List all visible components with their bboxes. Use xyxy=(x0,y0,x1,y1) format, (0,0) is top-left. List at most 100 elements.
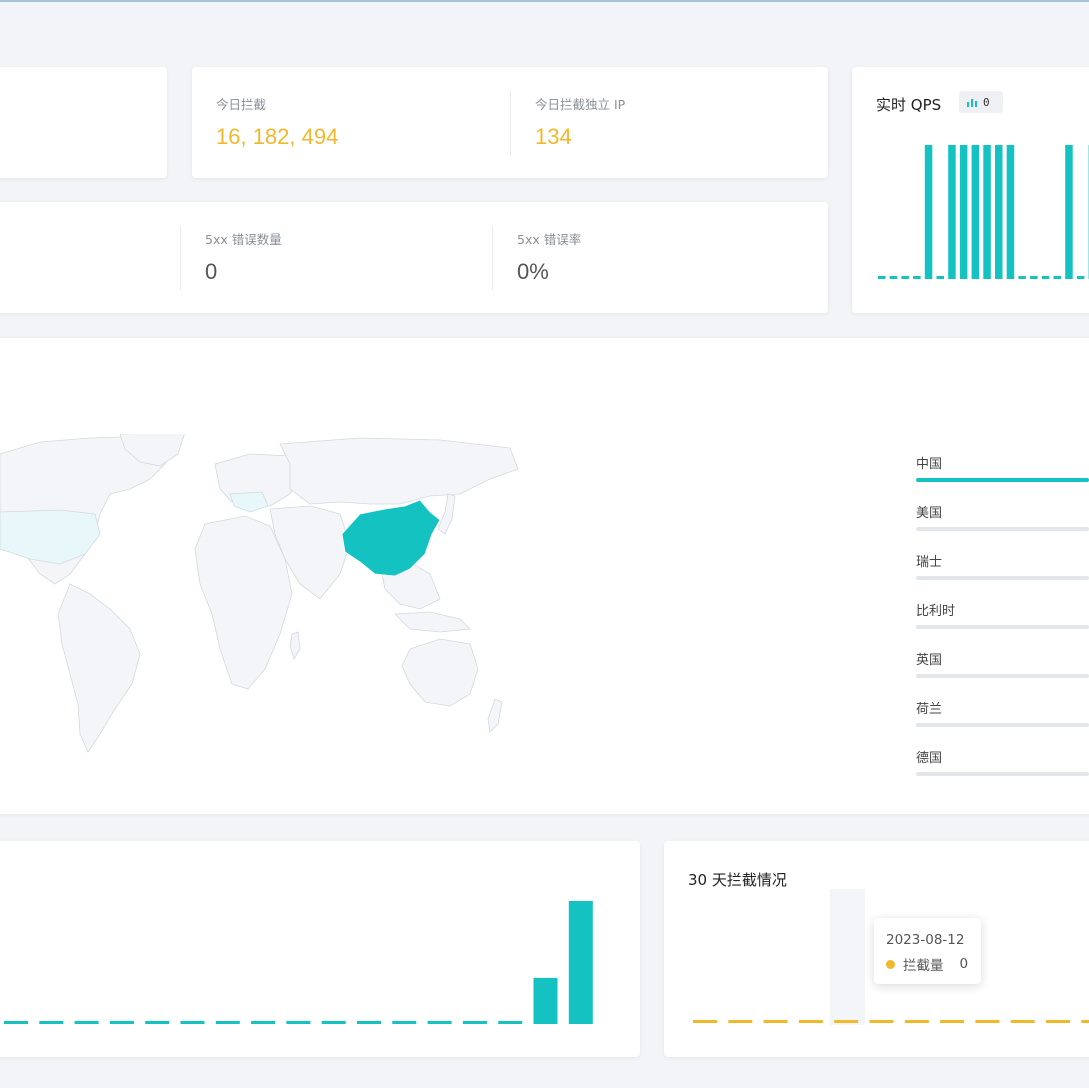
trend-bar xyxy=(498,1021,523,1024)
country-legend-item: 瑞士 xyxy=(916,551,1089,580)
trend-bar xyxy=(568,901,593,1024)
qps-title: 实时 QPS xyxy=(876,96,942,114)
thirty-day-segment xyxy=(763,1020,788,1023)
tooltip-series: 拦截量 xyxy=(903,958,944,974)
series-dot-icon xyxy=(886,959,895,969)
today-intercept-label: 今日拦截 xyxy=(216,97,267,112)
country-share-track xyxy=(916,772,1089,776)
qps-bar xyxy=(959,145,968,279)
today-unique-ip-value: 134 xyxy=(535,124,572,149)
country-legend-item: 美国 xyxy=(916,502,1089,531)
map-europe-highlight xyxy=(229,491,269,513)
trend-bar xyxy=(74,1021,99,1024)
qps-bar xyxy=(948,145,956,279)
divider xyxy=(492,226,493,290)
trend-bar xyxy=(109,1021,134,1024)
today-intercept-value: 16, 182, 494 xyxy=(216,124,339,149)
country-name: 德国 xyxy=(916,751,943,766)
trend-bar xyxy=(251,1021,276,1024)
thirty-day-segment xyxy=(940,1020,965,1023)
qps-bar xyxy=(1006,145,1015,279)
trend-bar xyxy=(462,1021,487,1024)
country-legend-item: 比利时 xyxy=(916,600,1089,629)
trend-bar xyxy=(427,1021,452,1024)
qps-bar xyxy=(1053,276,1061,279)
qps-bar xyxy=(889,276,898,279)
map-new-zealand xyxy=(487,698,503,733)
thirty-day-segment xyxy=(834,1020,859,1023)
left-bar-chart xyxy=(4,901,593,1024)
qps-bar xyxy=(1041,276,1050,279)
map-australia xyxy=(401,638,479,707)
chart-tooltip: 2023-08-12 拦截量 0 xyxy=(874,918,981,984)
trend-bar xyxy=(215,1021,240,1024)
country-legend-item: 英国 xyxy=(916,649,1089,678)
qps-bar xyxy=(913,276,921,279)
window-top-border xyxy=(0,0,1089,2)
country-share-track xyxy=(916,576,1089,580)
country-share-track xyxy=(916,723,1089,727)
thirty-day-title: 30 天拦截情况 xyxy=(688,871,787,889)
country-name: 瑞士 xyxy=(916,555,943,570)
map-china xyxy=(341,499,441,577)
trend-bar xyxy=(357,1021,381,1024)
map-indonesia xyxy=(394,611,471,633)
thirty-day-segment xyxy=(1046,1020,1070,1023)
country-legend-item: 荷兰 xyxy=(916,698,1089,727)
qps-badge: 0 xyxy=(959,91,1003,113)
qps-bar xyxy=(1065,145,1073,279)
divider xyxy=(510,91,511,155)
country-share-track xyxy=(916,625,1089,629)
trend-bar xyxy=(4,1021,28,1024)
thirty-day-segment xyxy=(975,1020,1000,1023)
country-share-fill xyxy=(916,478,1089,482)
country-name: 比利时 xyxy=(916,604,956,619)
error-5xx-rate-label: 5xx 错误率 xyxy=(517,232,582,247)
realtime-qps-card: 实时 QPS 0 xyxy=(852,67,1089,313)
qps-bar-chart xyxy=(878,145,1089,279)
divider xyxy=(180,226,181,290)
thirty-day-segment xyxy=(1081,1020,1089,1023)
country-name: 中国 xyxy=(916,457,943,472)
error-5xx-rate-value: 0% xyxy=(517,259,549,284)
country-legend-item: 中国 xyxy=(916,453,1089,482)
thirty-day-segment xyxy=(728,1020,753,1023)
thirty-day-segment xyxy=(869,1020,894,1023)
qps-bar xyxy=(971,145,980,279)
country-share-track xyxy=(916,478,1089,482)
summary-card-left xyxy=(0,67,167,178)
map-usa xyxy=(0,509,101,565)
trend-card-left xyxy=(0,841,640,1057)
thirty-day-line-chart xyxy=(693,1020,1089,1023)
today-unique-ip-label: 今日拦截独立 IP xyxy=(535,97,626,112)
trend-bar xyxy=(392,1021,417,1024)
world-map xyxy=(0,434,519,753)
trend-bar xyxy=(39,1021,64,1024)
qps-value: 0 xyxy=(983,95,990,109)
map-africa xyxy=(194,515,293,690)
country-name: 美国 xyxy=(916,506,943,521)
thirty-day-segment xyxy=(693,1020,717,1023)
country-name: 英国 xyxy=(916,653,943,668)
trend-bar xyxy=(533,977,558,1024)
thirty-day-segment xyxy=(904,1020,929,1023)
trend-bar xyxy=(321,1021,346,1024)
error-5xx-count-label: 5xx 错误数量 xyxy=(205,232,282,247)
trend-bar xyxy=(145,1021,170,1024)
country-share-track xyxy=(916,527,1089,531)
thirty-day-segment xyxy=(1010,1020,1035,1023)
tooltip-value: 0 xyxy=(959,956,969,972)
qps-bar xyxy=(901,276,909,279)
map-madagascar xyxy=(289,631,301,660)
bar-chart-icon xyxy=(967,98,977,107)
qps-bar xyxy=(924,145,933,279)
map-south-america xyxy=(57,583,141,753)
today-intercept-card: 今日拦截 16, 182, 494 今日拦截独立 IP 134 xyxy=(192,67,828,178)
qps-bar xyxy=(1018,276,1026,279)
trend-bar xyxy=(180,1021,205,1024)
map-japan xyxy=(437,493,456,535)
qps-bar xyxy=(995,145,1003,279)
qps-bar xyxy=(1030,276,1038,279)
errors-card: 5xx 错误数量 0 5xx 错误率 0% xyxy=(0,202,828,313)
qps-bar xyxy=(1076,276,1085,279)
